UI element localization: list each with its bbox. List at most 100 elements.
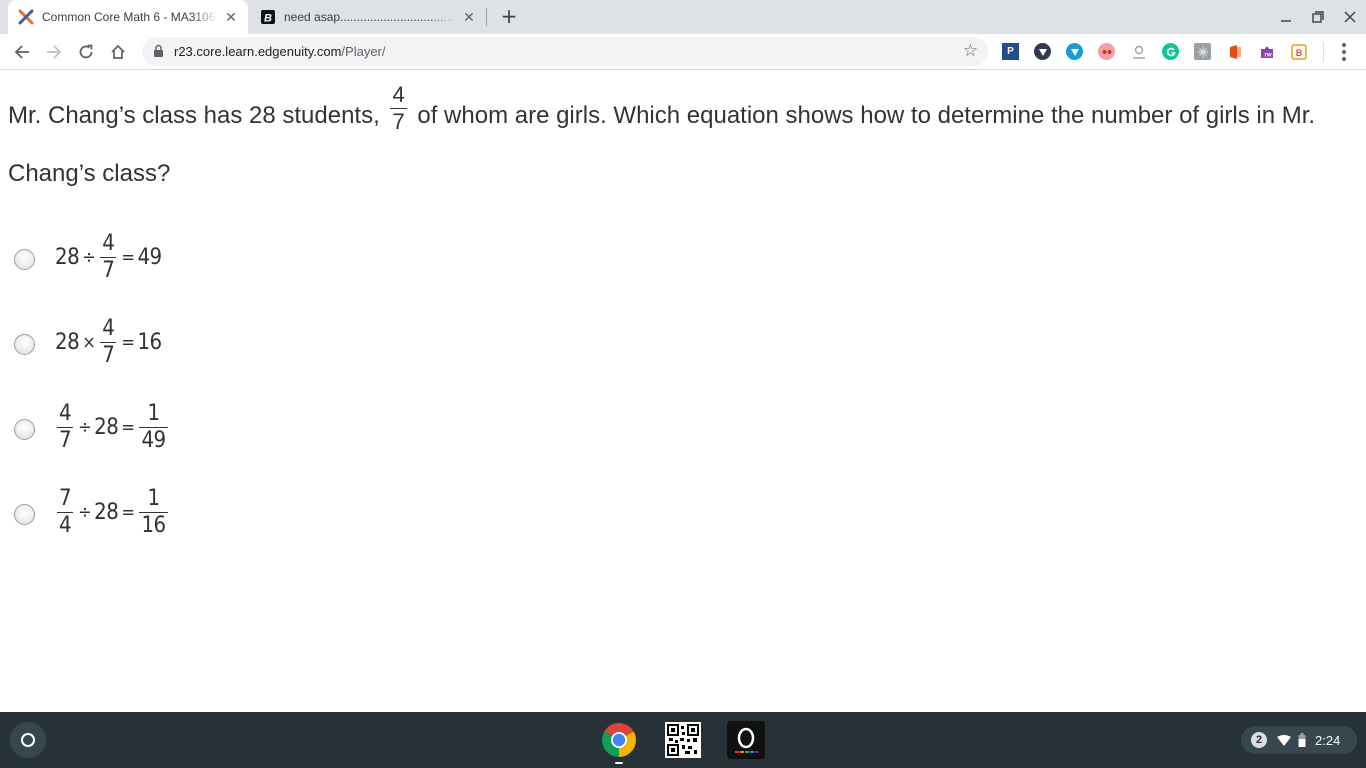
equation-fraction: 47: [100, 230, 117, 283]
restore-icon[interactable]: [1307, 6, 1329, 28]
question-text: Mr. Chang’s class has 28 students, 47 of…: [8, 82, 1358, 203]
radio-button[interactable]: [14, 248, 35, 270]
address-bar[interactable]: r23.core.learn.edgenuity.com/Player/ ☆: [142, 37, 988, 66]
fraction-numerator: 4: [392, 82, 405, 108]
equation-term: 28: [94, 499, 119, 525]
clock-time: 2:24: [1315, 732, 1341, 748]
puzzle-purple-icon[interactable]: rw: [1258, 43, 1275, 60]
close-icon[interactable]: ✕: [460, 8, 478, 26]
qr-code-icon[interactable]: [664, 721, 702, 759]
answer-option-4[interactable]: 74 ÷ 28 = 1 16: [14, 486, 170, 538]
o-app-icon[interactable]: [727, 721, 765, 759]
tab-title: need asap...............................…: [284, 10, 456, 24]
equation-result: 16: [137, 329, 162, 355]
result-fraction: 1 49: [139, 400, 168, 453]
battery-icon: [1298, 733, 1306, 747]
radio-button[interactable]: [14, 503, 35, 525]
answer-option-2[interactable]: 28 × 47 = 16: [14, 316, 162, 368]
url-text: r23.core.learn.edgenuity.com/Player/: [174, 44, 386, 59]
status-tray[interactable]: 2 2:24: [1241, 726, 1357, 754]
os-shelf: 2 2:24: [0, 712, 1366, 768]
fraction-numerator: 4: [102, 230, 115, 256]
tab-separator: [486, 8, 487, 26]
fraction-numerator: 4: [59, 400, 72, 426]
equals-sign: =: [121, 331, 135, 353]
answer-option-3[interactable]: 47 ÷ 28 = 1 49: [14, 401, 170, 453]
result-fraction: 1 16: [139, 485, 168, 538]
wifi-icon: [1277, 734, 1291, 746]
office-icon[interactable]: [1226, 43, 1243, 60]
p-extension-icon[interactable]: P: [1002, 43, 1019, 60]
brainly-b-icon: B: [260, 9, 276, 25]
radio-button[interactable]: [14, 418, 35, 440]
fraction-denominator: 49: [139, 426, 168, 453]
tab-title: Common Core Math 6 - MA3106: [42, 10, 216, 24]
svg-text:rw: rw: [1264, 52, 1271, 58]
shield-icon[interactable]: [1034, 43, 1051, 60]
home-icon[interactable]: [104, 38, 132, 66]
bookmark-star-icon[interactable]: ☆: [963, 42, 978, 60]
answer-option-1[interactable]: 28 ÷ 47 = 49: [14, 231, 162, 283]
heart-shield-icon[interactable]: [1066, 43, 1083, 60]
fraction-denominator: 16: [139, 511, 168, 538]
equation-result: 49: [137, 244, 162, 270]
operator: ÷: [78, 501, 92, 523]
operator: ÷: [82, 246, 96, 268]
tab-edgenuity[interactable]: Common Core Math 6 - MA3106 ✕: [8, 0, 248, 34]
edgenuity-x-icon: [18, 9, 34, 25]
operator: ÷: [78, 416, 92, 438]
url-host: r23.core.learn.edgenuity.com: [174, 44, 342, 59]
equation: 28 × 47 = 16: [55, 315, 162, 367]
equation: 28 ÷ 47 = 49: [55, 230, 162, 283]
notification-count-badge: 2: [1251, 732, 1267, 748]
fraction-numerator: 1: [147, 485, 160, 511]
active-app-indicator: [615, 762, 623, 764]
equation-fraction: 47: [57, 400, 74, 453]
fraction-denominator: 7: [390, 108, 407, 135]
equation-fraction: 47: [100, 315, 117, 367]
back-icon[interactable]: [8, 38, 36, 66]
operator: ×: [82, 331, 96, 353]
p-extension-label: P: [1007, 46, 1014, 57]
svg-text:B: B: [264, 13, 272, 25]
tab-brainly[interactable]: B need asap.............................…: [250, 0, 486, 34]
reload-icon[interactable]: [72, 38, 100, 66]
radio-button[interactable]: [14, 333, 35, 355]
svg-text:B: B: [1295, 48, 1302, 58]
tab-strip: Common Core Math 6 - MA3106 ✕ B need asa…: [0, 0, 1366, 34]
fraction-numerator: 1: [147, 400, 160, 426]
fraction-denominator: 7: [100, 256, 117, 283]
chrome-icon[interactable]: [600, 721, 638, 759]
equation-fraction: 74: [57, 485, 74, 538]
equals-sign: =: [121, 416, 135, 438]
equals-sign: =: [121, 246, 135, 268]
more-menu-icon[interactable]: [1333, 39, 1355, 65]
equation-term: 28: [94, 414, 119, 440]
close-window-icon[interactable]: [1339, 6, 1361, 28]
lock-icon[interactable]: [153, 44, 164, 61]
grammarly-icon[interactable]: [1162, 43, 1179, 60]
fw-icon[interactable]: B: [1290, 43, 1307, 60]
equation: 47 ÷ 28 = 1 49: [55, 400, 170, 453]
fraction-numerator: 7: [59, 485, 72, 511]
equation: 74 ÷ 28 = 1 16: [55, 485, 170, 538]
fraction-numerator: 4: [102, 315, 115, 341]
fraction-denominator: 4: [57, 511, 74, 538]
minimize-icon[interactable]: [1275, 6, 1297, 28]
launcher-button[interactable]: [10, 722, 46, 758]
question-lead: Mr. Chang’s class has 28 students,: [8, 102, 380, 129]
equals-sign: =: [121, 501, 135, 523]
equation-term: 28: [55, 244, 80, 270]
face-icon[interactable]: [1098, 43, 1115, 60]
person-icon[interactable]: [1130, 43, 1147, 60]
fraction-denominator: 7: [57, 426, 74, 453]
url-path: /Player/: [341, 44, 386, 59]
question-page: Mr. Chang’s class has 28 students, 47 of…: [0, 71, 1366, 712]
new-tab-button[interactable]: +: [498, 4, 520, 28]
close-icon[interactable]: ✕: [222, 8, 240, 26]
question-fraction: 47: [390, 82, 407, 135]
browser-toolbar: r23.core.learn.edgenuity.com/Player/ ☆ P…: [0, 34, 1366, 70]
launcher-circle-icon: [21, 733, 35, 747]
forward-icon[interactable]: [40, 38, 68, 66]
puzzle-gray-icon[interactable]: [1194, 43, 1211, 60]
